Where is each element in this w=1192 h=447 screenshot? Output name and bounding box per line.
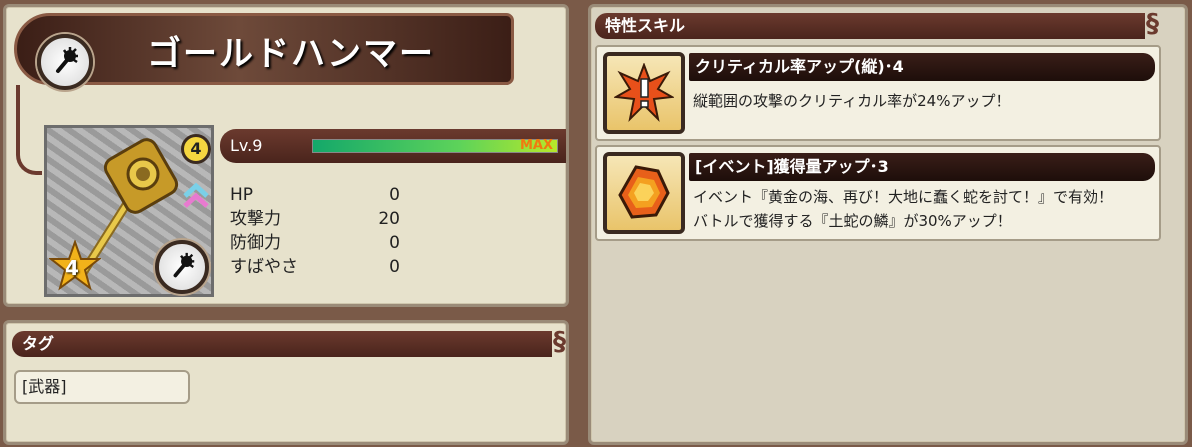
stat-label: 攻撃力: [230, 209, 281, 229]
stat-label: 防御力: [230, 233, 281, 253]
skills-panel: 特性スキル § クリティカル率アップ(縦)･4 縦範囲の攻撃のクリティカル率が2…: [588, 4, 1188, 445]
mace-icon: [37, 34, 93, 90]
skill-item[interactable]: [イベント]獲得量アップ･3 イベント『黄金の海、再び！大地に蠢く蛇を討て！』で…: [595, 145, 1161, 241]
scale-gem-icon: [603, 152, 685, 234]
level-bar: Lv.9 MAX: [220, 129, 566, 163]
rank-chevron-icon: [183, 182, 209, 208]
skill-desc-line: バトルで獲得する『土蛇の鱗』が30%アップ！: [693, 212, 1012, 230]
level-label: Lv.9: [230, 136, 263, 155]
skills-header: 特性スキル §: [595, 11, 1159, 39]
skill-description: イベント『黄金の海、再び！大地に蠢く蛇を討て！』で有効！ バトルで獲得する『土蛇…: [693, 185, 1157, 233]
stat-value: 0: [389, 185, 400, 205]
stat-value: 20: [378, 209, 400, 229]
tag-panel: タグ § [武器]: [3, 320, 569, 445]
stat-row: すばやさ 0: [230, 255, 400, 279]
star-count: 4: [65, 256, 79, 280]
stat-label: HP: [230, 185, 254, 205]
critical-burst-icon: [603, 52, 685, 134]
stat-label: すばやさ: [230, 257, 298, 277]
stat-row: HP 0: [230, 183, 400, 207]
stats-list: HP 0 攻撃力 20 防御力 0 すばやさ 0: [230, 183, 400, 279]
item-title-banner: ゴールドハンマー: [14, 13, 514, 90]
rarity-badge: 4: [181, 134, 211, 164]
tag-header: タグ §: [12, 329, 566, 357]
item-panel: ゴールドハンマー 4 4 Lv.9 MAX HP 0 攻撃力 20 防御力 0 …: [3, 4, 569, 307]
tag-chip[interactable]: [武器]: [14, 370, 190, 404]
header-curl-ornament: §: [1146, 9, 1159, 39]
header-curl-ornament: §: [553, 327, 566, 357]
stat-value: 0: [389, 257, 400, 277]
level-gauge: MAX: [312, 138, 558, 153]
skill-name: クリティカル率アップ(縦)･4: [689, 53, 1155, 81]
banner-ornament: [16, 85, 42, 175]
stat-row: 攻撃力 20: [230, 207, 400, 231]
item-card[interactable]: 4 4: [44, 125, 214, 297]
stat-row: 防御力 0: [230, 231, 400, 255]
skill-item[interactable]: クリティカル率アップ(縦)･4 縦範囲の攻撃のクリティカル率が24%アップ！: [595, 45, 1161, 141]
stat-value: 0: [389, 233, 400, 253]
skill-desc-line: 縦範囲の攻撃のクリティカル率が24%アップ！: [693, 92, 1011, 110]
skill-name: [イベント]獲得量アップ･3: [689, 153, 1155, 181]
skills-header-label: 特性スキル: [605, 16, 686, 35]
skill-description: 縦範囲の攻撃のクリティカル率が24%アップ！: [693, 89, 1157, 113]
level-max-label: MAX: [519, 138, 553, 153]
tag-header-label: タグ: [22, 334, 55, 353]
skill-desc-line: イベント『黄金の海、再び！大地に蠢く蛇を討て！』で有効！: [693, 188, 1114, 206]
mace-icon: [155, 240, 209, 294]
item-name: ゴールドハンマー: [147, 34, 435, 74]
